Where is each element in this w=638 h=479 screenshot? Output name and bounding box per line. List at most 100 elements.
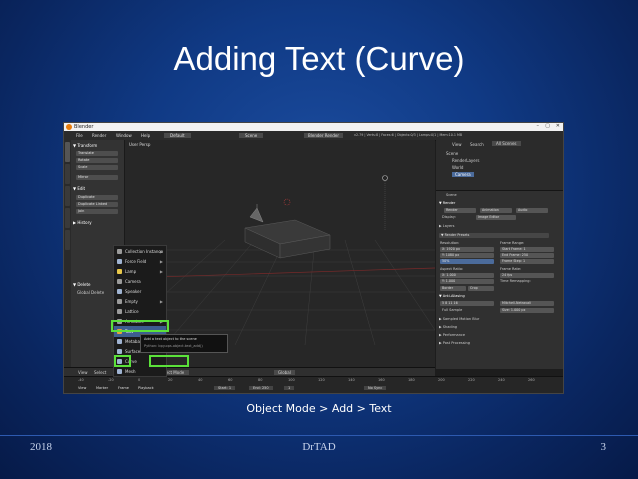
end-frame-field[interactable]: End Frame: 250 (500, 253, 554, 258)
menu-item-mesh[interactable]: Mesh (114, 366, 166, 377)
camera-object[interactable] (249, 204, 264, 223)
resolution-x-field[interactable]: X: 1920 px (440, 247, 494, 252)
minimize-button[interactable]: – (537, 123, 540, 129)
select-menu[interactable]: Select (94, 370, 106, 375)
edit-header[interactable]: ▼ Edit (73, 186, 85, 191)
tab-physics[interactable] (65, 230, 70, 250)
display-dropdown[interactable]: Image Editor (476, 215, 516, 220)
audio-button[interactable]: Audio (516, 208, 548, 213)
current-frame-input[interactable]: 1 (284, 386, 295, 390)
scale-button[interactable]: Scale (76, 165, 118, 170)
menu-help[interactable]: Help (141, 133, 150, 138)
tab-create[interactable] (65, 164, 70, 184)
collection-icon (117, 249, 122, 254)
shading-header[interactable]: ▶ Shading (439, 325, 457, 329)
outliner-search-menu[interactable]: Search (470, 142, 484, 147)
layout-selector[interactable]: Default (164, 133, 191, 138)
transform-header[interactable]: ▼ Transform (73, 143, 97, 148)
aa-filter-dropdown[interactable]: Mitchell-Netravali (500, 301, 554, 306)
footer-author: DrTAD (302, 441, 336, 453)
timeline-view-menu[interactable]: View (78, 386, 86, 390)
outliner-view-menu[interactable]: View (452, 142, 462, 147)
tab-tools[interactable] (65, 142, 70, 162)
full-sample-checkbox[interactable]: Full Sample (442, 308, 462, 312)
timeline-tick: 200 (438, 378, 445, 382)
slide-caption: Object Mode > Add > Text (246, 402, 392, 415)
anti-aliasing-header[interactable]: ▼ Anti-Aliasing (439, 294, 465, 298)
outliner-display-mode[interactable]: All Scenes (492, 141, 521, 146)
cube-object[interactable] (244, 219, 331, 259)
render-button[interactable]: Render (444, 208, 476, 213)
global-delete-checkbox[interactable]: Global Delete (77, 290, 104, 295)
timeline-tick: 60 (228, 378, 233, 382)
surface-icon (117, 349, 122, 354)
timeline-tick: 180 (408, 378, 415, 382)
render-panel-header[interactable]: ▼ Render (439, 201, 455, 205)
history-header[interactable]: ▶ History (73, 220, 92, 225)
delete-header[interactable]: ▼ Delete (73, 282, 91, 287)
start-frame-input[interactable]: Start: 1 (214, 386, 236, 390)
timeline-tick: 220 (468, 378, 475, 382)
timeline-tick: 260 (528, 378, 535, 382)
close-button[interactable]: ✕ (556, 123, 560, 129)
layers-panel-header[interactable]: ▶ Layers (439, 224, 454, 228)
frame-step-field[interactable]: Frame Step: 1 (500, 259, 554, 264)
end-frame-input[interactable]: End: 250 (249, 386, 273, 390)
performance-header[interactable]: ▶ Performance (439, 333, 465, 337)
aa-samples-selector[interactable]: 5 8 11 16 (440, 301, 494, 306)
filter-size-field[interactable]: Size: 1.000 px (500, 308, 554, 313)
border-checkbox[interactable]: Border (440, 286, 466, 291)
translate-button[interactable]: Translate (76, 151, 118, 156)
aspect-x-field[interactable]: X: 1.000 (440, 273, 494, 278)
tooltip-python: Python: bpy.ops.object.text_add() (144, 344, 203, 348)
sampled-motion-blur-header[interactable]: ▶ Sampled Motion Blur (439, 317, 479, 321)
outliner-item-scene[interactable]: Scene (446, 151, 458, 156)
timeline-playback-menu[interactable]: Playback (138, 386, 154, 390)
scene-selector[interactable]: Scene (239, 133, 264, 138)
aspect-ratio-label: Aspect Ratio: (440, 267, 464, 271)
join-button[interactable]: Join (76, 209, 118, 214)
tab-animation[interactable] (65, 208, 70, 228)
outliner: View Search All Scenes Scene RenderLayer… (436, 140, 563, 191)
duplicate-linked-button[interactable]: Duplicate Linked (76, 202, 118, 207)
timeline-frame-menu[interactable]: Frame (118, 386, 129, 390)
lamp-icon (117, 269, 122, 274)
outliner-item-renderlayers[interactable]: RenderLayers (452, 158, 479, 163)
rotate-button[interactable]: Rotate (76, 158, 118, 163)
animation-button[interactable]: Animation (480, 208, 512, 213)
frame-rate-label: Frame Rate: (500, 267, 522, 271)
render-presets-header[interactable]: ▼ Render Presets (439, 233, 549, 238)
time-remapping-label: Time Remapping: (500, 279, 531, 283)
sync-mode-dropdown[interactable]: No Sync (364, 386, 387, 390)
menu-render[interactable]: Render (92, 133, 106, 138)
mirror-button[interactable]: Mirror (76, 175, 118, 180)
aspect-y-field[interactable]: Y: 1.000 (440, 279, 494, 284)
outliner-item-world[interactable]: World (452, 165, 463, 170)
tab-relations[interactable] (65, 186, 70, 206)
menu-file[interactable]: File (76, 133, 83, 138)
viewport-scene (125, 175, 435, 346)
transform-orientation-dropdown[interactable]: Global (274, 370, 295, 375)
maximize-button[interactable]: ▢ (545, 123, 550, 129)
render-engine-selector[interactable]: Blender Render (304, 133, 344, 138)
toolshelf-tabs (64, 140, 71, 369)
menu-window[interactable]: Window (116, 133, 132, 138)
crop-checkbox[interactable]: Crop (468, 286, 494, 291)
camera-icon (117, 279, 122, 284)
lamp-object[interactable] (382, 175, 388, 231)
tooltip-description: Add a text object to the scene (144, 337, 197, 341)
outliner-item-camera[interactable]: Camera (452, 172, 474, 177)
timeline-tick: 140 (348, 378, 355, 382)
window-title: Blender (74, 124, 94, 130)
start-frame-field[interactable]: Start Frame: 1 (500, 247, 554, 252)
post-processing-header[interactable]: ▶ Post Processing (439, 341, 470, 345)
frame-range-label: Frame Range: (500, 241, 525, 245)
timeline: -40 -20 0 20 40 60 80 100 120 140 160 18… (64, 376, 563, 393)
duplicate-button[interactable]: Duplicate (76, 195, 118, 200)
fps-dropdown[interactable]: 24 fps (500, 273, 554, 278)
timeline-marker-menu[interactable]: Marker (96, 386, 108, 390)
view-menu[interactable]: View (78, 370, 88, 375)
resolution-y-field[interactable]: Y: 1080 px (440, 253, 494, 258)
resolution-percentage-slider[interactable]: 50% (440, 259, 494, 264)
timeline-tick: 160 (378, 378, 385, 382)
